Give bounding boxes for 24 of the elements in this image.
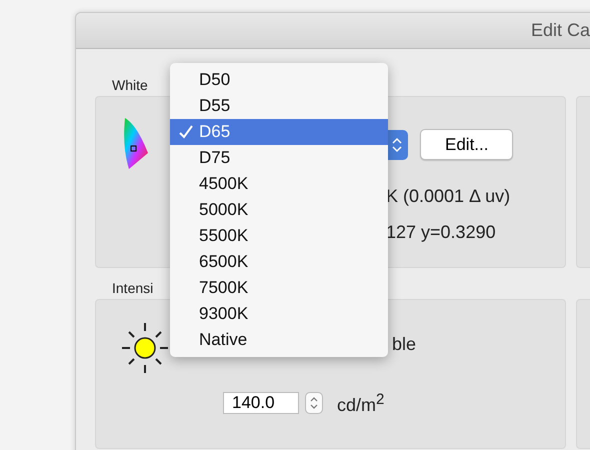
- color-gamut-icon: [121, 117, 149, 171]
- stepper-icon[interactable]: [305, 392, 323, 414]
- intensity-field[interactable]: 140.0: [223, 392, 299, 414]
- edit-button[interactable]: Edit...: [420, 129, 514, 160]
- window-title: Edit Ca: [530, 20, 590, 41]
- popup-stepper-icon[interactable]: [386, 130, 408, 160]
- menu-item[interactable]: 5500K: [170, 223, 388, 249]
- menu-item[interactable]: D65: [170, 119, 388, 145]
- checkmark-icon: [179, 125, 193, 139]
- menu-item[interactable]: Native: [170, 327, 388, 353]
- menu-item[interactable]: 4500K: [170, 171, 388, 197]
- sun-icon: [121, 322, 169, 374]
- section-label: Intensi: [112, 280, 154, 296]
- section-label: White: [112, 77, 148, 93]
- menu-item[interactable]: 7500K: [170, 275, 388, 301]
- menu-item[interactable]: D50: [170, 67, 388, 93]
- menu-item[interactable]: 5000K: [170, 197, 388, 223]
- menu-item[interactable]: D55: [170, 93, 388, 119]
- menu-item[interactable]: D75: [170, 145, 388, 171]
- menu-item[interactable]: 6500K: [170, 249, 388, 275]
- unit-label: cd/m$^{2}$: [337, 390, 384, 416]
- menu-item[interactable]: 9300K: [170, 301, 388, 327]
- option-label: ble: [392, 334, 418, 355]
- cie-xy-text: 127 y=0.3290: [386, 222, 497, 243]
